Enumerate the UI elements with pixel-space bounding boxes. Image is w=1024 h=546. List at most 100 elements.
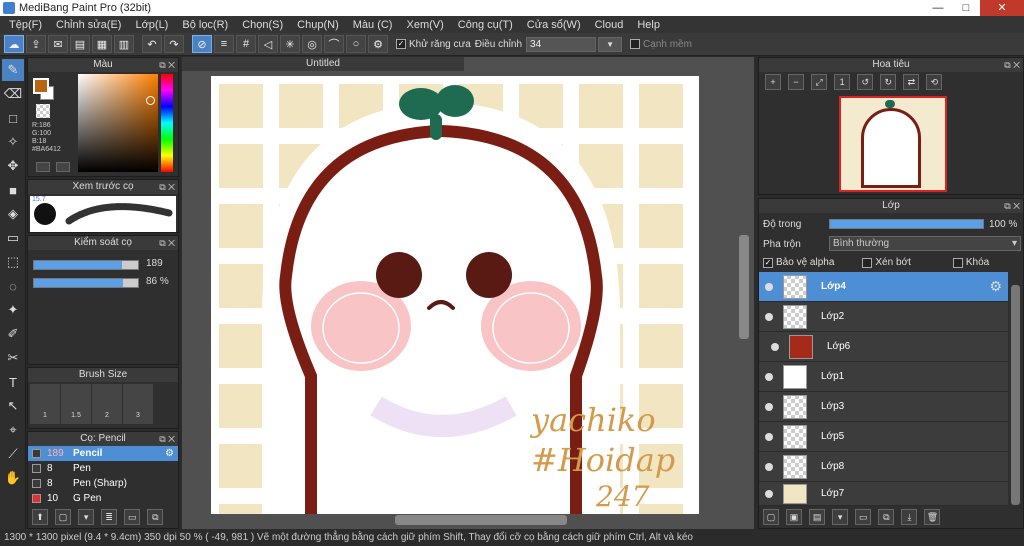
menu-view[interactable]: Xem(V)	[399, 19, 450, 31]
curve-snap-icon[interactable]: ⌒	[324, 35, 344, 53]
eye-icon[interactable]	[765, 312, 773, 321]
rotate-right-icon[interactable]: ↻	[880, 74, 897, 90]
zoom-out-icon[interactable]: −	[788, 74, 805, 90]
brush-size-option[interactable]: 2	[92, 384, 122, 424]
select-icon[interactable]: ⬚	[2, 251, 24, 273]
rect-icon[interactable]: □	[2, 107, 24, 129]
menu-cloud[interactable]: Cloud	[588, 19, 631, 31]
brush-item-pencil[interactable]: 189 Pencil ⚙	[28, 446, 178, 461]
protect-alpha-checkbox[interactable]: ✓	[763, 257, 773, 268]
brush-size-option[interactable]: 1.5	[61, 384, 91, 424]
brush-menu-icon[interactable]: ▾	[78, 509, 95, 525]
menu-file[interactable]: Tệp(F)	[2, 19, 49, 31]
redo-icon[interactable]: ↷	[164, 35, 184, 53]
add-layer-menu-icon[interactable]: ▾	[832, 509, 849, 525]
brush-opacity-slider[interactable]	[33, 278, 139, 288]
cross-snap-icon[interactable]: #	[236, 35, 256, 53]
text-icon[interactable]: T	[2, 371, 24, 393]
menu-snap[interactable]: Chụp(N)	[290, 19, 346, 31]
move-icon[interactable]: ✥	[2, 155, 24, 177]
layer-row[interactable]: Lớp7	[759, 482, 1008, 506]
edge-checkbox[interactable]	[630, 39, 641, 49]
circle-snap-icon[interactable]: ◎	[302, 35, 322, 53]
menu-select[interactable]: Chọn(S)	[235, 19, 290, 31]
brush-settings-icon[interactable]: ≣	[101, 509, 118, 525]
eye-icon[interactable]	[765, 372, 773, 381]
panel-icon[interactable]: ▥	[114, 35, 134, 53]
layer-row[interactable]: Lớp6	[759, 332, 1008, 362]
grid-icon[interactable]: ▦	[92, 35, 112, 53]
vanish-snap-icon[interactable]: ◁	[258, 35, 278, 53]
layer-row[interactable]: Lớp5	[759, 422, 1008, 452]
comment-icon[interactable]: ✉	[48, 35, 68, 53]
lasso-icon[interactable]: ◌	[2, 275, 24, 297]
eye-icon[interactable]	[765, 489, 773, 498]
folder-icon[interactable]: ▭	[124, 509, 141, 525]
brush-icon[interactable]: ✎	[2, 59, 24, 81]
menu-tools[interactable]: Công cụ(T)	[451, 19, 520, 31]
gear-icon[interactable]: ⚙	[989, 278, 1002, 295]
hue-slider[interactable]	[161, 74, 173, 172]
fit-icon[interactable]: ⤢	[811, 74, 828, 90]
brush-item-pen[interactable]: 8 Pen	[28, 461, 178, 476]
canvas[interactable]: yachiko #Hoidap 247	[211, 76, 699, 514]
brush-size-slider[interactable]	[33, 260, 139, 270]
rotate-left-icon[interactable]: ↺	[857, 74, 874, 90]
new-layer-icon[interactable]: ▢	[763, 509, 779, 525]
export-icon[interactable]: ⇪	[26, 35, 46, 53]
horizontal-scrollbar[interactable]	[395, 515, 567, 525]
brush-size-option[interactable]: 3	[123, 384, 153, 424]
reset-icon[interactable]: ⟲	[926, 74, 943, 90]
bucket-icon[interactable]: ◈	[2, 203, 24, 225]
duplicate-layer-icon[interactable]: ⧉	[878, 509, 895, 525]
page-icon[interactable]: ▤	[70, 35, 90, 53]
brush-item-g-pen[interactable]: 10 G Pen	[28, 491, 178, 506]
swap-color-button[interactable]	[56, 162, 70, 172]
gradient-icon[interactable]: ▭	[2, 227, 24, 249]
new-8bit-layer-icon[interactable]: ▤	[809, 509, 826, 525]
zoom-in-icon[interactable]: +	[765, 74, 781, 90]
adjust-input[interactable]: 34	[526, 36, 597, 52]
close-button[interactable]: ✕	[980, 0, 1024, 16]
vertical-scrollbar[interactable]	[739, 235, 749, 339]
menu-edit[interactable]: Chỉnh sửa(E)	[49, 19, 128, 31]
lock-checkbox[interactable]	[952, 257, 963, 268]
new-brush-icon[interactable]: ▢	[55, 509, 72, 525]
undo-icon[interactable]: ↶	[142, 35, 162, 53]
operation-icon[interactable]: ↖	[2, 395, 24, 417]
layer-row[interactable]: Lớp8	[759, 452, 1008, 482]
actual-size-icon[interactable]: 1	[834, 74, 851, 90]
settings-icon[interactable]: ⚙	[368, 35, 388, 53]
ellipse-snap-icon[interactable]: ○	[346, 35, 366, 53]
layers-scrollbar[interactable]	[1011, 285, 1020, 505]
layer-row[interactable]: Lớp3	[759, 392, 1008, 422]
antialias-checkbox[interactable]: ✓	[396, 39, 406, 49]
parallel-snap-icon[interactable]: ≡	[214, 35, 234, 53]
eye-icon[interactable]	[771, 342, 779, 351]
minimize-button[interactable]: —	[924, 1, 952, 15]
menu-color[interactable]: Màu (C)	[346, 19, 400, 31]
flip-icon[interactable]: ⇄	[903, 74, 920, 90]
eye-icon[interactable]	[765, 402, 773, 411]
fill-rect-icon[interactable]: ■	[2, 179, 24, 201]
dropper-icon[interactable]: ⟋	[2, 443, 24, 465]
radial-snap-icon[interactable]: ✳	[280, 35, 300, 53]
hand-icon[interactable]: ✋	[2, 467, 24, 489]
eye-icon[interactable]	[765, 282, 773, 291]
layer-row[interactable]: Lớp2	[759, 302, 1008, 332]
transparent-swatch[interactable]	[36, 104, 50, 118]
brush-size-option[interactable]: 1	[30, 384, 60, 424]
eyedropper-icon[interactable]: ⌖	[2, 419, 24, 441]
menu-help[interactable]: Help	[630, 19, 667, 31]
menu-window[interactable]: Cửa sổ(W)	[520, 19, 588, 31]
adjust-dropdown[interactable]: ▼	[598, 36, 623, 52]
delete-layer-icon[interactable]: 🗑	[924, 509, 941, 525]
layer-opacity-slider[interactable]	[829, 219, 984, 229]
copy-brush-icon[interactable]: ⧉	[147, 509, 164, 525]
layer-row[interactable]: Lớp1	[759, 362, 1008, 392]
snap-off-icon[interactable]: ⊘	[192, 35, 212, 53]
eye-icon[interactable]	[765, 462, 773, 471]
add-brush-icon[interactable]: ⬆	[32, 509, 48, 525]
dot-icon[interactable]: ✧	[2, 131, 24, 153]
clipping-checkbox[interactable]	[862, 257, 873, 268]
